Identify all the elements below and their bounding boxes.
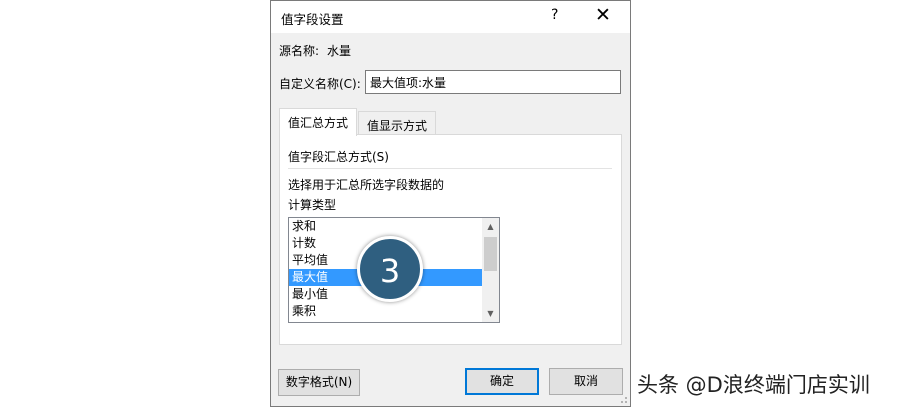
list-item-sum[interactable]: 求和 (289, 218, 499, 235)
list-scrollbar[interactable]: ▲ ▼ (482, 218, 499, 322)
watermark-text: 头条 @D浪终端门店实训 (637, 373, 870, 397)
description-line-1: 选择用于汇总所选字段数据的 (288, 178, 445, 192)
close-button[interactable]: ✕ (595, 4, 611, 26)
title-bar: 值字段设置 ? ✕ (271, 1, 630, 33)
tab-summarize-by[interactable]: 值汇总方式 (279, 108, 358, 136)
tab-show-values-as[interactable]: 值显示方式 (358, 111, 437, 135)
list-item-product[interactable]: 乘积 (289, 303, 499, 320)
scroll-thumb[interactable] (484, 237, 497, 271)
custom-name-label: 自定义名称(C): (279, 77, 361, 91)
section-separator (288, 168, 612, 169)
cancel-button[interactable]: 取消 (549, 368, 623, 395)
value-field-settings-dialog: 值字段设置 ? ✕ 源名称: 水量 自定义名称(C): 值汇总方式 值显示方式 … (270, 0, 631, 407)
number-format-button[interactable]: 数字格式(N) (278, 369, 360, 396)
scroll-up-arrow-icon[interactable]: ▲ (482, 218, 499, 235)
source-name-label: 源名称: (279, 44, 320, 58)
step-number-badge: 3 (357, 236, 423, 302)
source-name-value: 水量 (327, 44, 352, 58)
help-button[interactable]: ? (551, 7, 558, 23)
scroll-down-arrow-icon[interactable]: ▼ (482, 305, 499, 322)
resize-grip-icon[interactable] (618, 394, 628, 404)
section-title: 值字段汇总方式(S) (288, 150, 389, 164)
ok-button[interactable]: 确定 (465, 368, 539, 395)
description-line-2: 计算类型 (288, 198, 337, 212)
custom-name-input[interactable] (365, 70, 621, 94)
dialog-title: 值字段设置 (281, 12, 344, 27)
tab-panel: 值字段汇总方式(S) 选择用于汇总所选字段数据的 计算类型 求和 计数 平均值 … (279, 134, 622, 345)
